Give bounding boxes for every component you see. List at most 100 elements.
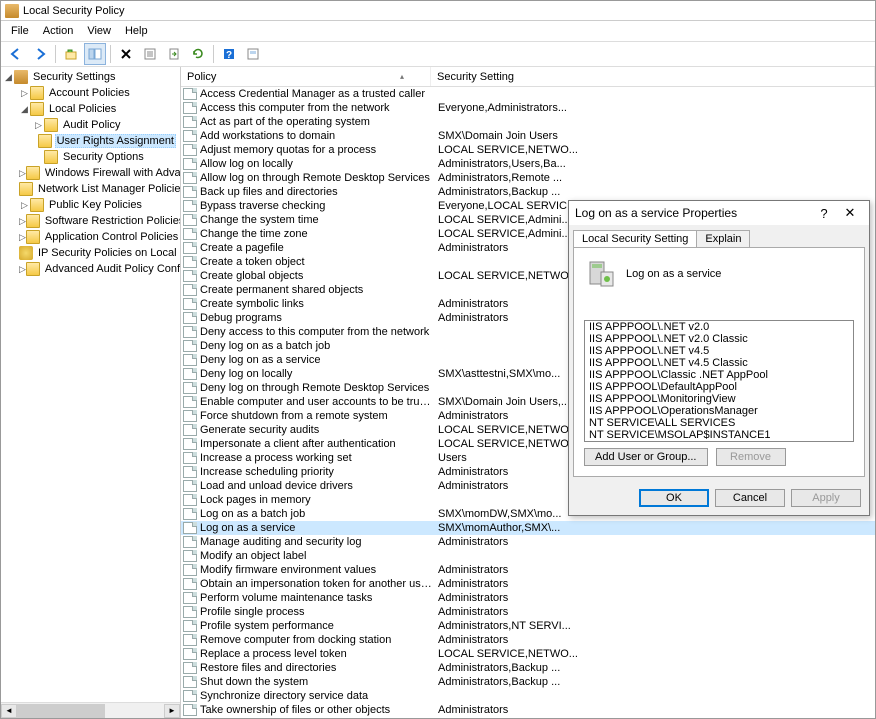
properties-button[interactable]: [139, 43, 161, 65]
tree-item[interactable]: Network List Manager Policies: [1, 181, 180, 197]
policy-row[interactable]: Profile single processAdministrators: [181, 605, 875, 619]
add-user-button[interactable]: Add User or Group...: [584, 448, 708, 466]
show-hide-tree-button[interactable]: [84, 43, 106, 65]
policy-setting: Administrators: [434, 592, 873, 604]
tree-item[interactable]: ▷Software Restriction Policies: [1, 213, 180, 229]
export-button[interactable]: [163, 43, 185, 65]
tree-root[interactable]: ◢ Security Settings: [1, 69, 180, 85]
policy-row[interactable]: Shut down the systemAdministrators,Backu…: [181, 675, 875, 689]
principal-item[interactable]: IIS APPPOOL\DefaultAppPool: [585, 381, 853, 393]
tree-item[interactable]: User Rights Assignment: [1, 133, 180, 149]
tree-item[interactable]: IP Security Policies on Local Compute: [1, 245, 180, 261]
refresh-button[interactable]: [187, 43, 209, 65]
extra-button[interactable]: [242, 43, 264, 65]
scroll-thumb[interactable]: [17, 704, 105, 718]
principal-item[interactable]: IIS APPPOOL\Classic .NET AppPool: [585, 369, 853, 381]
tree-pane[interactable]: ◢ Security Settings ▷Account Policies◢Lo…: [1, 67, 181, 718]
principal-item[interactable]: NT SERVICE\MSSQL$INSTANCE1: [585, 441, 853, 442]
policy-row[interactable]: Restore files and directoriesAdministrat…: [181, 661, 875, 675]
policy-row[interactable]: Manage auditing and security logAdminist…: [181, 535, 875, 549]
principals-listbox[interactable]: IIS APPPOOL\.NET v2.0IIS APPPOOL\.NET v2…: [584, 320, 854, 442]
expand-icon[interactable]: ▷: [19, 232, 26, 243]
scroll-track[interactable]: [17, 704, 164, 718]
tree-item[interactable]: ▷Windows Firewall with Advanced Sec: [1, 165, 180, 181]
policy-row[interactable]: Log on as a serviceSMX\momAuthor,SMX\...: [181, 521, 875, 535]
policy-row[interactable]: Remove computer from docking stationAdmi…: [181, 633, 875, 647]
principal-item[interactable]: IIS APPPOOL\.NET v2.0: [585, 321, 853, 333]
policy-row[interactable]: Profile system performanceAdministrators…: [181, 619, 875, 633]
principal-item[interactable]: IIS APPPOOL\.NET v4.5 Classic: [585, 357, 853, 369]
policy-icon: [183, 522, 197, 534]
policy-row[interactable]: Perform volume maintenance tasksAdminist…: [181, 591, 875, 605]
tree-item[interactable]: Security Options: [1, 149, 180, 165]
policy-row[interactable]: Take ownership of files or other objects…: [181, 703, 875, 717]
principal-item[interactable]: IIS APPPOOL\OperationsManager: [585, 405, 853, 417]
forward-button[interactable]: [29, 43, 51, 65]
help-button[interactable]: ?: [218, 43, 240, 65]
policy-row[interactable]: Replace a process level tokenLOCAL SERVI…: [181, 647, 875, 661]
menu-view[interactable]: View: [81, 23, 117, 39]
folder-icon: [26, 214, 40, 228]
policy-row[interactable]: Modify firmware environment valuesAdmini…: [181, 563, 875, 577]
principal-item[interactable]: NT SERVICE\MSOLAP$INSTANCE1: [585, 429, 853, 441]
tree-item[interactable]: ▷Public Key Policies: [1, 197, 180, 213]
cancel-button[interactable]: Cancel: [715, 489, 785, 507]
policy-row[interactable]: Allow log on locallyAdministrators,Users…: [181, 157, 875, 171]
policy-row[interactable]: Add workstations to domainSMX\Domain Joi…: [181, 129, 875, 143]
policy-row[interactable]: Modify an object label: [181, 549, 875, 563]
folder-icon: [26, 262, 40, 276]
principal-item[interactable]: NT SERVICE\ALL SERVICES: [585, 417, 853, 429]
back-button[interactable]: [5, 43, 27, 65]
tree-item[interactable]: ◢Local Policies: [1, 101, 180, 117]
ok-button[interactable]: OK: [639, 489, 709, 507]
policy-setting: Administrators: [434, 536, 873, 548]
tree-item[interactable]: ▷Audit Policy: [1, 117, 180, 133]
expand-icon[interactable]: ▷: [19, 200, 30, 211]
principal-item[interactable]: IIS APPPOOL\MonitoringView: [585, 393, 853, 405]
expand-icon[interactable]: ▷: [19, 88, 30, 99]
scroll-right-icon[interactable]: ►: [164, 704, 180, 718]
expand-icon[interactable]: ▷: [19, 264, 26, 275]
policy-row[interactable]: Access Credential Manager as a trusted c…: [181, 87, 875, 101]
menu-action[interactable]: Action: [37, 23, 80, 39]
tree-item[interactable]: ▷Application Control Policies: [1, 229, 180, 245]
tab-explain[interactable]: Explain: [696, 230, 750, 247]
menu-file[interactable]: File: [5, 23, 35, 39]
expand-icon[interactable]: ▷: [33, 120, 44, 131]
tab-local-security-setting[interactable]: Local Security Setting: [573, 230, 697, 247]
remove-button[interactable]: Remove: [716, 448, 786, 466]
expand-icon[interactable]: ▷: [19, 168, 26, 179]
apply-button[interactable]: Apply: [791, 489, 861, 507]
policy-row[interactable]: Back up files and directoriesAdministrat…: [181, 185, 875, 199]
menu-help[interactable]: Help: [119, 23, 154, 39]
folder-icon: [26, 166, 40, 180]
policy-name: Take ownership of files or other objects: [200, 704, 434, 716]
policy-row[interactable]: Adjust memory quotas for a processLOCAL …: [181, 143, 875, 157]
tree-item[interactable]: ▷Account Policies: [1, 85, 180, 101]
up-button[interactable]: [60, 43, 82, 65]
expand-icon[interactable]: ▷: [19, 216, 26, 227]
properties-dialog: Log on as a service Properties ? ✕ Local…: [568, 200, 870, 516]
principal-item[interactable]: IIS APPPOOL\.NET v2.0 Classic: [585, 333, 853, 345]
policy-icon: [183, 186, 197, 198]
policy-setting: Administrators: [434, 564, 873, 576]
policy-row[interactable]: Synchronize directory service data: [181, 689, 875, 703]
policy-row[interactable]: Access this computer from the networkEve…: [181, 101, 875, 115]
delete-button[interactable]: [115, 43, 137, 65]
col-policy[interactable]: Policy ▴: [181, 67, 431, 86]
tree-item[interactable]: ▷Advanced Audit Policy Configuration: [1, 261, 180, 277]
policy-row[interactable]: Obtain an impersonation token for anothe…: [181, 577, 875, 591]
dialog-help-button[interactable]: ?: [811, 203, 837, 223]
policy-row[interactable]: Act as part of the operating system: [181, 115, 875, 129]
principal-item[interactable]: IIS APPPOOL\.NET v4.5: [585, 345, 853, 357]
policy-setting: Administrators: [434, 634, 873, 646]
policy-row[interactable]: Allow log on through Remote Desktop Serv…: [181, 171, 875, 185]
col-setting[interactable]: Security Setting: [431, 67, 875, 86]
col-policy-label: Policy: [187, 71, 216, 83]
dialog-close-button[interactable]: ✕: [837, 203, 863, 223]
expand-icon[interactable]: ◢: [19, 104, 30, 115]
policy-icon: [183, 592, 197, 604]
scroll-left-icon[interactable]: ◄: [1, 704, 17, 718]
tree-hscroll[interactable]: ◄ ►: [1, 702, 180, 718]
expand-icon[interactable]: ◢: [3, 72, 14, 83]
